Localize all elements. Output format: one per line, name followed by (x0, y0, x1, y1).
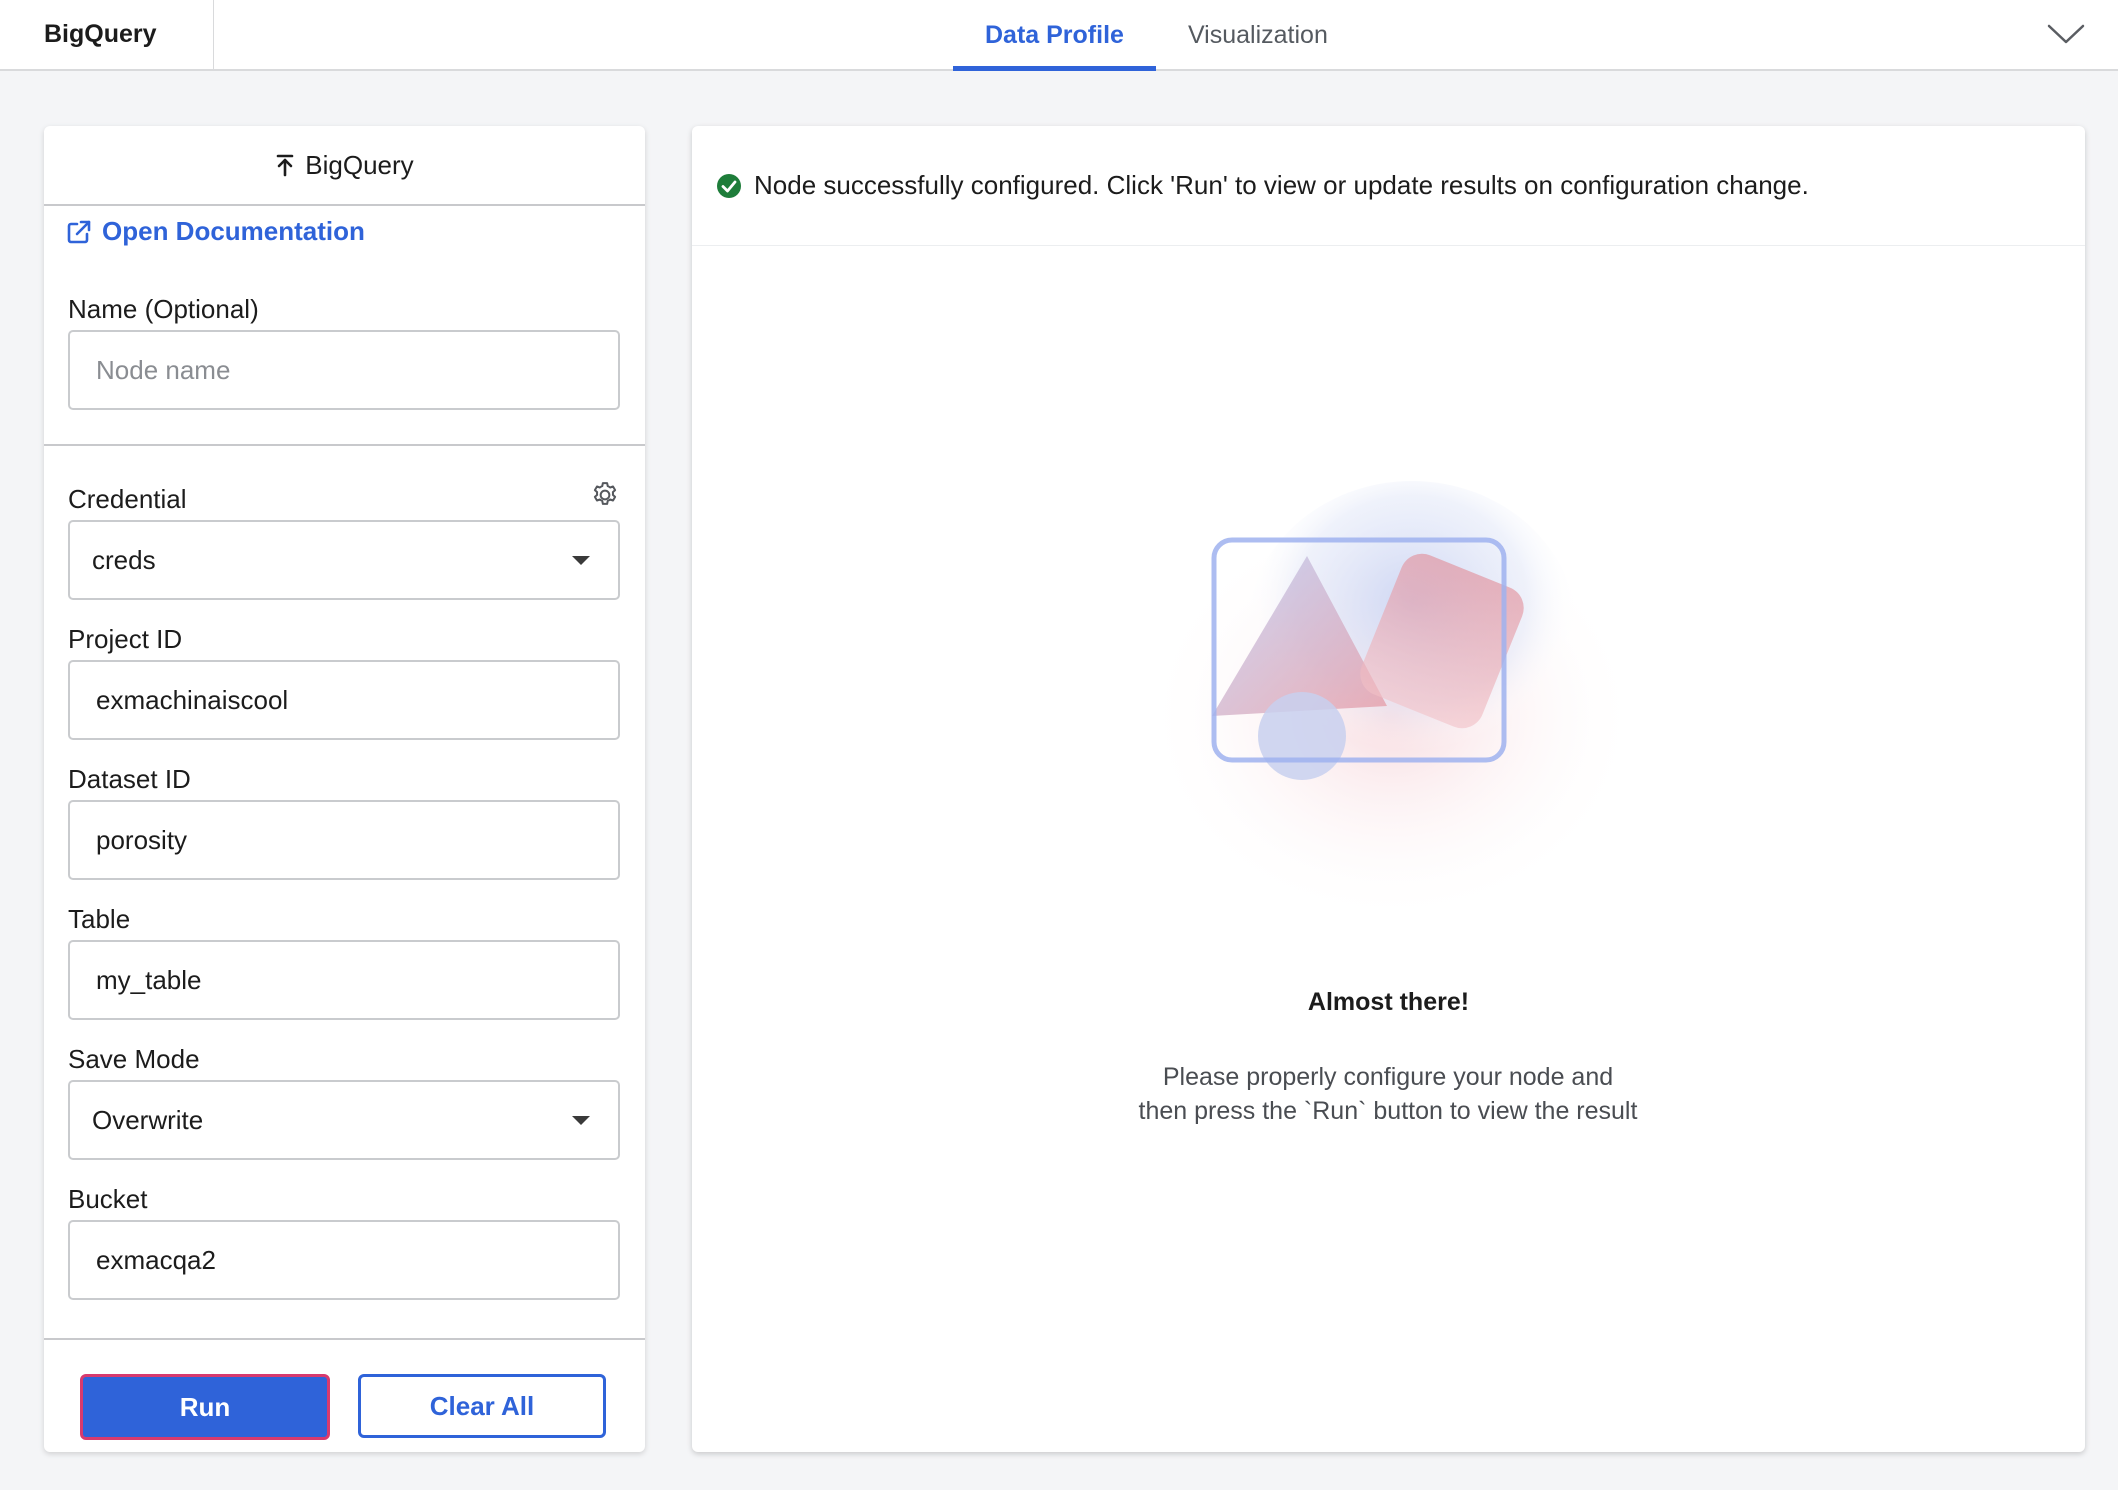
credential-label: Credential (68, 484, 187, 514)
node-name-input[interactable] (68, 330, 620, 410)
check-circle-icon (717, 173, 741, 198)
config-panel: BigQuery Open Documentation Name (Option… (44, 126, 645, 1452)
status-bar: Node successfully configured. Click 'Run… (692, 126, 2085, 246)
dataset-id-label: Dataset ID (68, 764, 191, 794)
save-mode-value: Overwrite (92, 1104, 204, 1135)
gear-icon[interactable] (590, 480, 620, 510)
caret-down-icon (572, 555, 590, 565)
run-button[interactable]: Run (80, 1374, 330, 1440)
open-documentation-label: Open Documentation (102, 216, 365, 246)
save-mode-label: Save Mode (68, 1044, 200, 1074)
collapse-button[interactable] (2044, 14, 2088, 54)
table-input[interactable] (68, 940, 620, 1020)
panel-title: BigQuery (305, 149, 414, 180)
caret-down-icon (572, 1115, 590, 1125)
credential-value: creds (92, 544, 156, 575)
tab-data-profile[interactable]: Data Profile (953, 0, 1156, 71)
bucket-input[interactable] (68, 1220, 620, 1300)
external-link-icon (67, 220, 91, 243)
save-mode-select[interactable]: Overwrite (68, 1080, 620, 1160)
top-bar: BigQuery Data Profile Visualization (0, 0, 2118, 71)
empty-state-title: Almost there! (1307, 988, 1470, 1016)
bucket-label: Bucket (68, 1184, 148, 1214)
clear-all-button[interactable]: Clear All (358, 1374, 606, 1438)
status-message: Node successfully configured. Click 'Run… (754, 170, 1809, 200)
project-id-input[interactable] (68, 660, 620, 740)
credential-select[interactable]: creds (68, 520, 620, 600)
app-title: BigQuery (0, 0, 214, 69)
open-documentation-link[interactable]: Open Documentation (66, 216, 365, 247)
results-panel: Node successfully configured. Click 'Run… (692, 126, 2085, 1452)
project-id-label: Project ID (68, 624, 183, 654)
tab-visualization[interactable]: Visualization (1156, 0, 1360, 71)
table-label: Table (68, 904, 131, 934)
name-label: Name (Optional) (68, 294, 259, 324)
chevron-down-icon (2047, 24, 2085, 44)
dataset-id-input[interactable] (68, 800, 620, 880)
tab-bar: Data Profile Visualization (953, 0, 1360, 71)
empty-state-illustration (1142, 481, 1642, 926)
panel-footer: Run Clear All (44, 1338, 645, 1452)
panel-header: BigQuery (44, 126, 645, 206)
empty-state-text: Please properly configure your node and … (1138, 1063, 1638, 1125)
section-divider (44, 444, 645, 446)
upload-arrow-icon (276, 154, 294, 177)
